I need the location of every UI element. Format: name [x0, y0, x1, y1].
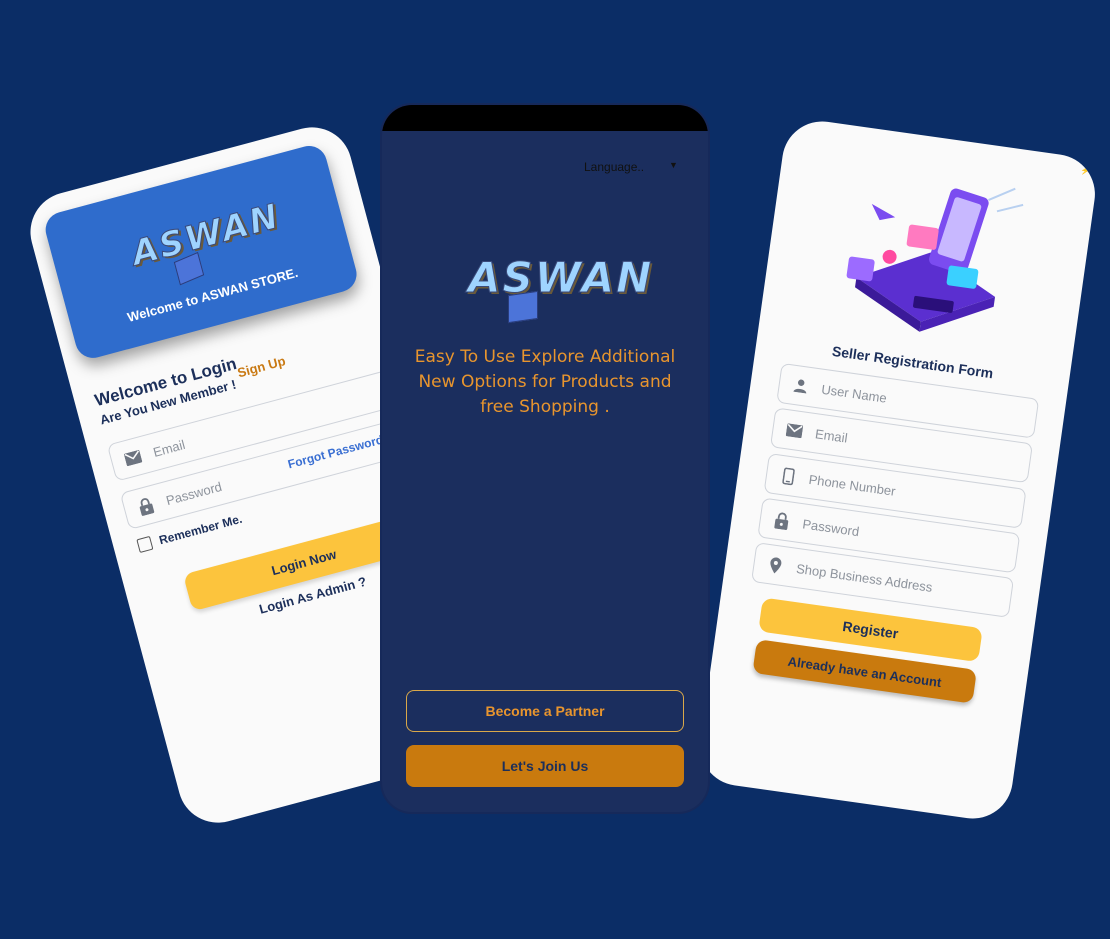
password-placeholder: Password: [801, 515, 861, 539]
lock-icon: [135, 495, 157, 517]
aswan-logo: ASWAN: [467, 253, 653, 324]
registration-screen-phone: ⚡ Seller Registration Form User Name Ema…: [694, 116, 1101, 824]
aswan-logo: ASWAN: [127, 196, 285, 286]
shopping-bag-icon: [508, 290, 538, 324]
dropdown-caret-icon[interactable]: ▼: [669, 160, 678, 170]
welcome-banner-text: Welcome to ASWAN STORE.: [125, 264, 300, 325]
person-icon: [791, 376, 811, 396]
phone-placeholder: Phone Number: [807, 471, 897, 499]
remember-me-checkbox[interactable]: [136, 535, 154, 554]
tagline-text: Easy To Use Explore Additional New Optio…: [414, 347, 676, 417]
join-us-button[interactable]: Let's Join Us: [406, 745, 684, 787]
lock-icon: [772, 510, 792, 530]
email-placeholder: Email: [814, 425, 849, 446]
envelope-icon: [122, 447, 144, 469]
password-placeholder: Password: [164, 478, 224, 508]
welcome-screen-phone: Language.. ▼ ASWAN Easy To Use Explore A…: [382, 105, 708, 812]
email-placeholder: Email: [151, 436, 187, 460]
location-pin-icon: [765, 555, 785, 575]
battery-charging-icon: ⚡: [1079, 165, 1092, 176]
username-placeholder: User Name: [820, 381, 888, 406]
language-selector[interactable]: Language..: [584, 160, 644, 174]
become-partner-button[interactable]: Become a Partner: [406, 690, 684, 732]
envelope-icon: [784, 420, 804, 440]
address-placeholder: Shop Business Address: [795, 560, 934, 595]
status-bar: [382, 105, 708, 131]
sign-up-link[interactable]: Sign Up: [236, 353, 287, 380]
shopping-illustration: [846, 187, 1024, 332]
phone-icon: [778, 466, 798, 486]
welcome-banner: ASWAN Welcome to ASWAN STORE.: [41, 141, 361, 362]
status-bar-icon: ▪: [332, 126, 336, 133]
